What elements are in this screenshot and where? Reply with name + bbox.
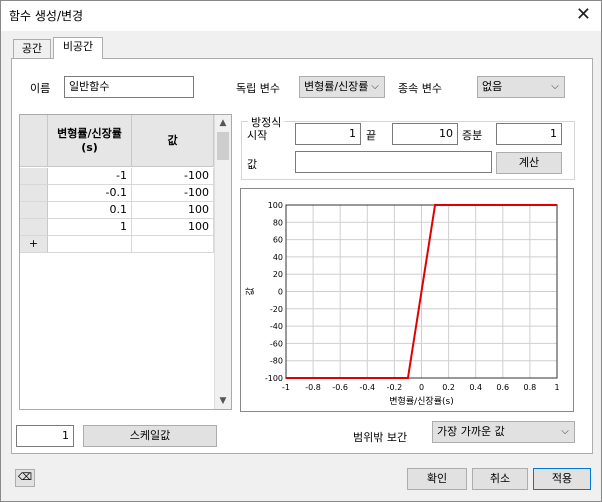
scale-field[interactable]: 1 bbox=[16, 425, 74, 447]
table-scrollbar[interactable]: ▲ ▼ bbox=[214, 115, 231, 409]
y-tick-label: 60 bbox=[273, 236, 283, 245]
x-axis-label: 변형률/신장률(s) bbox=[389, 396, 453, 407]
start-label: 시작 bbox=[247, 129, 268, 142]
dependent-var-value: 없음 bbox=[482, 80, 503, 93]
function-dialog: 함수 생성/변경 ✕ 공간 비공간 이름 일반함수 독립 변수 변형률/신장률 … bbox=[0, 0, 602, 502]
scroll-down-icon[interactable]: ▼ bbox=[215, 393, 231, 409]
row-header[interactable] bbox=[20, 168, 48, 185]
cell-x[interactable]: -1 bbox=[48, 168, 132, 185]
x-tick-label: 0.6 bbox=[496, 383, 509, 392]
equation-value-field[interactable] bbox=[295, 151, 492, 173]
apply-button[interactable]: 적용 bbox=[533, 468, 591, 490]
y-tick-label: 100 bbox=[268, 201, 283, 210]
extrapolation-label: 범위밖 보간 bbox=[353, 431, 408, 444]
cell-y[interactable]: 100 bbox=[132, 202, 214, 219]
scroll-up-icon[interactable]: ▲ bbox=[215, 115, 231, 131]
x-tick-label: -0.6 bbox=[332, 383, 348, 392]
scale-button[interactable]: 스케일값 bbox=[83, 425, 217, 447]
x-tick-label: -1 bbox=[282, 383, 290, 392]
x-tick-label: -0.8 bbox=[305, 383, 321, 392]
cell-x[interactable] bbox=[48, 236, 132, 253]
table-corner[interactable] bbox=[20, 115, 48, 167]
y-tick-label: -100 bbox=[265, 374, 283, 383]
y-tick-label: 20 bbox=[273, 270, 283, 279]
x-tick-label: -0.4 bbox=[359, 383, 375, 392]
y-tick-label: -40 bbox=[270, 322, 283, 331]
y-tick-label: 0 bbox=[278, 288, 283, 297]
row-header[interactable] bbox=[20, 202, 48, 219]
x-tick-label: -0.2 bbox=[387, 383, 403, 392]
function-chart: -1 -0.8 -0.6 -0.4 -0.2 0 0.2 0.4 0.6 0.8 1 100 80 60 4… bbox=[240, 188, 574, 412]
data-table[interactable]: 변형률/신장률 (s) 값 -1 -100 -0.1 -100 0.1 100 … bbox=[19, 114, 232, 410]
independent-var-select[interactable]: 변형률/신장률 ⌵ bbox=[299, 76, 385, 98]
step-label: 증분 bbox=[462, 129, 483, 142]
data-point bbox=[434, 204, 436, 206]
tab-non-spatial[interactable]: 비공간 bbox=[53, 37, 103, 59]
chart-svg: -1 -0.8 -0.6 -0.4 -0.2 0 0.2 0.4 0.6 0.8 1 100 80 60 4… bbox=[244, 201, 560, 407]
cell-y[interactable]: -100 bbox=[132, 168, 214, 185]
end-field[interactable]: 10 bbox=[392, 123, 458, 145]
y-axis-label: 값 bbox=[244, 287, 256, 295]
tab-label: 공간 bbox=[21, 42, 43, 55]
data-point bbox=[407, 377, 409, 379]
tab-spatial[interactable]: 공간 bbox=[13, 39, 51, 59]
dependent-var-select[interactable]: 없음 ⌵ bbox=[477, 76, 565, 98]
x-tick-label: 1 bbox=[554, 383, 559, 392]
chevron-down-icon: ⌵ bbox=[551, 81, 559, 92]
y-tick-label: -60 bbox=[270, 339, 283, 348]
cancel-button[interactable]: 취소 bbox=[472, 468, 528, 490]
x-tick-label: 0 bbox=[419, 383, 424, 392]
column-header-y[interactable]: 값 bbox=[132, 115, 214, 167]
eraser-icon[interactable]: ⌫ bbox=[15, 469, 35, 487]
cell-y[interactable]: 100 bbox=[132, 219, 214, 236]
ok-button[interactable]: 확인 bbox=[407, 468, 467, 490]
data-point bbox=[556, 204, 558, 206]
data-point bbox=[285, 377, 287, 379]
name-field[interactable]: 일반함수 bbox=[64, 76, 194, 98]
chevron-down-icon: ⌵ bbox=[371, 81, 379, 92]
row-header[interactable] bbox=[20, 185, 48, 202]
independent-var-label: 독립 변수 bbox=[236, 82, 280, 95]
independent-var-value: 변형률/신장률 bbox=[304, 80, 369, 93]
cell-x[interactable]: 0.1 bbox=[48, 202, 132, 219]
extrapolation-select[interactable]: 가장 가까운 값 ⌵ bbox=[432, 421, 575, 443]
start-field[interactable]: 1 bbox=[295, 123, 361, 145]
dependent-var-label: 종속 변수 bbox=[398, 82, 442, 95]
row-header[interactable] bbox=[20, 219, 48, 236]
cell-y[interactable]: -100 bbox=[132, 185, 214, 202]
value-label: 값 bbox=[247, 158, 258, 171]
extrapolation-value: 가장 가까운 값 bbox=[437, 425, 505, 438]
y-tick-label: 40 bbox=[273, 253, 283, 262]
scroll-thumb[interactable] bbox=[217, 132, 229, 160]
cell-x[interactable]: -0.1 bbox=[48, 185, 132, 202]
tab-label: 비공간 bbox=[62, 40, 94, 53]
x-tick-label: 0.4 bbox=[469, 383, 482, 392]
chevron-down-icon: ⌵ bbox=[561, 426, 569, 437]
x-tick-label: 0.8 bbox=[524, 383, 537, 392]
title-bar: 함수 생성/변경 ✕ bbox=[1, 1, 601, 31]
cell-y[interactable] bbox=[132, 236, 214, 253]
x-tick-label: 0.2 bbox=[442, 383, 455, 392]
column-header-x[interactable]: 변형률/신장률 (s) bbox=[48, 115, 132, 167]
dialog-title: 함수 생성/변경 bbox=[9, 9, 84, 23]
new-row-marker[interactable]: + bbox=[20, 236, 48, 253]
end-label: 끝 bbox=[366, 129, 377, 142]
calculate-button[interactable]: 계산 bbox=[496, 152, 562, 174]
y-tick-label: -80 bbox=[270, 357, 283, 366]
step-field[interactable]: 1 bbox=[496, 123, 562, 145]
y-tick-label: 80 bbox=[273, 218, 283, 227]
name-label: 이름 bbox=[30, 82, 51, 95]
cell-x[interactable]: 1 bbox=[48, 219, 132, 236]
close-icon[interactable]: ✕ bbox=[576, 3, 591, 27]
y-tick-label: -20 bbox=[270, 305, 283, 314]
